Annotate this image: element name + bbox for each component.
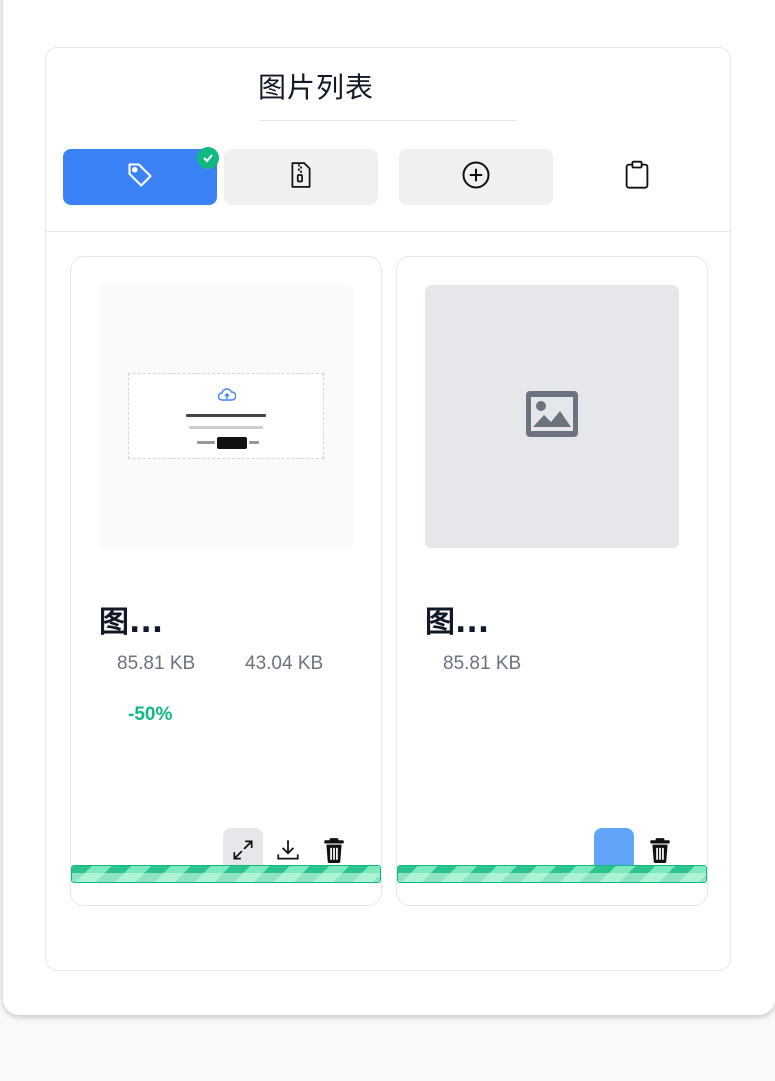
image-card: 图... 85.81 KB	[396, 256, 708, 906]
reduction-percent: -50%	[128, 704, 173, 725]
add-circle-icon	[461, 160, 491, 195]
trash-icon	[649, 837, 671, 868]
image-thumbnail[interactable]	[425, 285, 679, 548]
tag-button[interactable]	[63, 147, 219, 205]
image-name: 图...	[425, 605, 490, 640]
add-images-button[interactable]	[399, 149, 553, 205]
image-list-panel: 图片列表 图... 85.81 KB 43.04 KB -50% 图... 85…	[45, 47, 731, 971]
upload-screenshot-preview	[128, 373, 324, 459]
tag-icon	[126, 161, 154, 194]
image-card: 图... 85.81 KB 43.04 KB -50%	[70, 256, 382, 906]
paste-clipboard-button[interactable]	[560, 149, 714, 205]
zip-download-button[interactable]	[224, 149, 378, 205]
download-icon	[274, 837, 302, 868]
page-title: 图片列表	[258, 71, 375, 104]
title-divider	[258, 120, 518, 121]
compression-progress	[397, 865, 707, 883]
compressed-size: 43.04 KB	[245, 653, 324, 674]
zip-file-icon	[289, 161, 313, 194]
image-name: 图...	[99, 605, 164, 640]
image-placeholder-icon	[526, 391, 578, 442]
progress-fill	[398, 866, 706, 882]
trash-icon	[323, 837, 345, 868]
original-size: 85.81 KB	[443, 653, 522, 674]
selected-check-icon	[197, 147, 219, 169]
progress-fill	[72, 866, 380, 882]
image-thumbnail[interactable]	[99, 285, 353, 548]
compression-progress	[71, 865, 381, 883]
expand-icon	[230, 837, 256, 868]
clipboard-icon	[623, 160, 651, 195]
original-size: 85.81 KB	[117, 653, 196, 674]
toolbar-divider	[46, 231, 730, 232]
